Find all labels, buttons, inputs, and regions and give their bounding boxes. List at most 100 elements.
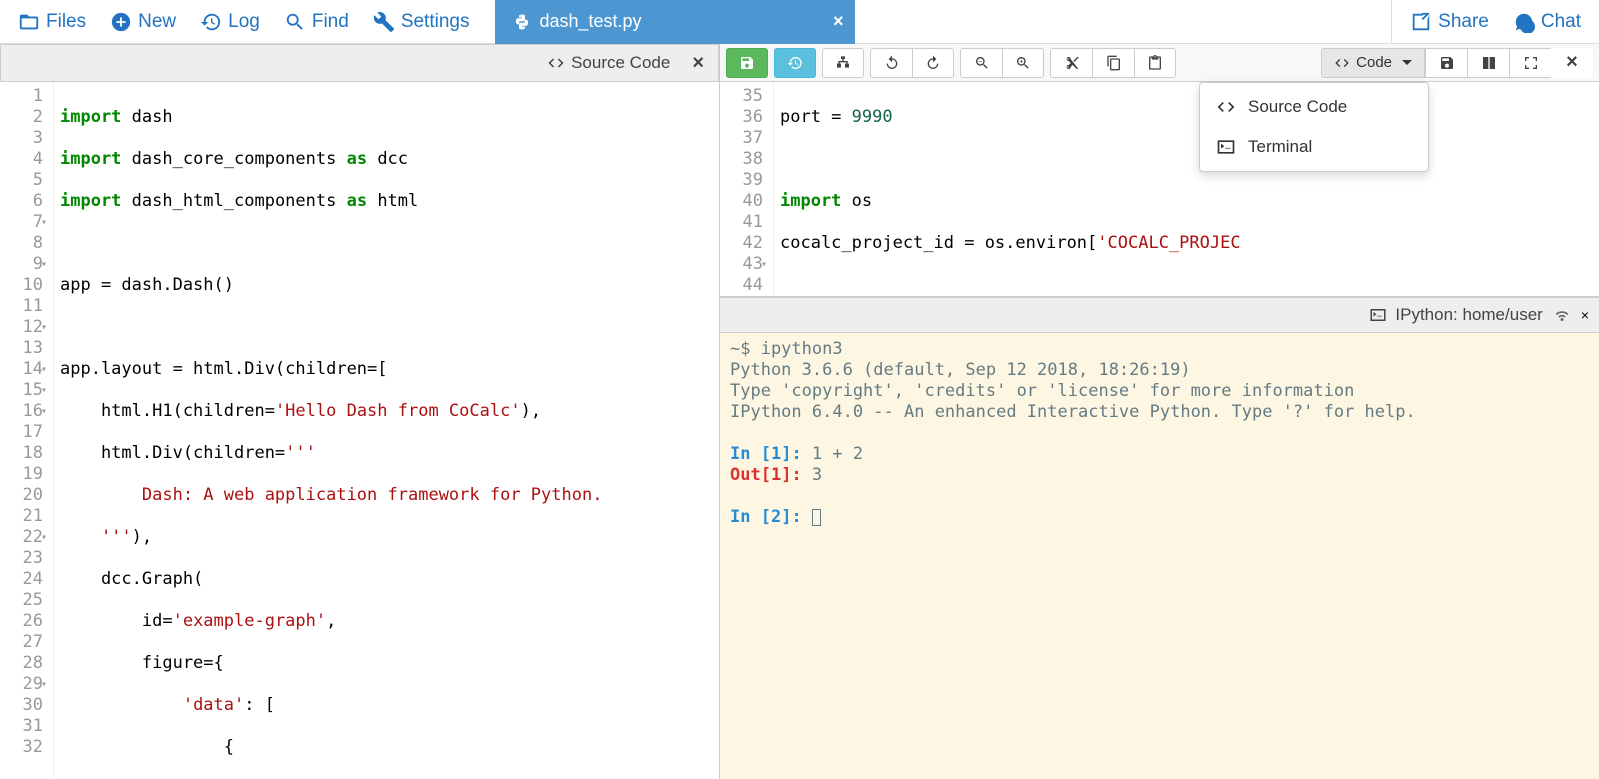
undo-redo-group	[870, 48, 954, 78]
settings-button[interactable]: Settings	[363, 5, 480, 39]
copy-icon	[1106, 55, 1122, 71]
line-number: 8	[4, 233, 43, 254]
t: ]:	[781, 507, 812, 527]
left-panel-close-icon[interactable]: ×	[686, 52, 710, 75]
terminal-close-icon[interactable]: ×	[1581, 307, 1589, 323]
terminal-line: IPython 6.4.0 -- An enhanced Interactive…	[730, 402, 1589, 423]
close-panel-button[interactable]: ×	[1551, 48, 1593, 78]
right-pane: Code × Source Code Terminal	[720, 44, 1599, 779]
save-layout-button[interactable]	[1425, 48, 1467, 78]
zoom-out-button[interactable]	[960, 48, 1002, 78]
search-icon	[284, 11, 306, 33]
history-icon	[787, 55, 803, 71]
terminal[interactable]: ~$ ipython3 Python 3.6.6 (default, Sep 1…	[720, 333, 1599, 779]
id: html	[367, 191, 418, 211]
caret-down-icon	[1402, 60, 1412, 65]
file-tab[interactable]: dash_test.py ×	[495, 0, 855, 44]
line-number: 3	[4, 128, 43, 149]
right-toolbar: Code × Source Code Terminal	[720, 44, 1599, 82]
code-line: app = dash.Dash()	[60, 275, 713, 296]
chat-button[interactable]: Chat	[1503, 5, 1591, 39]
line-number: 37	[724, 128, 763, 149]
terminal-icon	[1369, 306, 1387, 324]
split-columns-button[interactable]	[1467, 48, 1509, 78]
right-code-area[interactable]: port = 9990 import os cocalc_project_id …	[774, 82, 1599, 296]
str: Dash: A web application framework for Py…	[60, 485, 602, 505]
id: dash	[121, 107, 172, 127]
line-number: 1	[4, 86, 43, 107]
find-button[interactable]: Find	[274, 5, 359, 39]
redo-button[interactable]	[912, 48, 954, 78]
line-number: 31	[4, 716, 43, 737]
line-number: 20	[4, 485, 43, 506]
line-number: 14	[4, 359, 43, 380]
line-number: 29	[4, 674, 43, 695]
fullscreen-button[interactable]	[1509, 48, 1551, 78]
kw: import	[60, 107, 121, 127]
line-number: 27	[4, 632, 43, 653]
sitemap-button[interactable]	[822, 48, 864, 78]
folder-open-icon	[18, 11, 40, 33]
log-button[interactable]: Log	[190, 5, 270, 39]
tab-filename: dash_test.py	[539, 11, 641, 32]
line-number: 12	[4, 317, 43, 338]
id: dash_core_components	[121, 149, 346, 169]
dropdown-item-terminal[interactable]: Terminal	[1200, 127, 1428, 167]
dropdown-item-source-code[interactable]: Source Code	[1200, 87, 1428, 127]
line-number: 35	[724, 86, 763, 107]
paste-button[interactable]	[1134, 48, 1176, 78]
view-mode-group: Code ×	[1321, 48, 1593, 78]
line-number: 42	[724, 233, 763, 254]
in-label: In [	[730, 507, 771, 527]
num: 9990	[852, 107, 893, 127]
in-num: 2	[771, 507, 781, 527]
t: cocalc_project_id = os.environ[	[780, 233, 1097, 253]
out-label: Out[	[730, 465, 771, 485]
terminal-title-text: IPython: home/user	[1395, 305, 1542, 325]
left-code-area[interactable]: import dash import dash_core_components …	[54, 82, 719, 779]
terminal-header: IPython: home/user ×	[720, 297, 1599, 333]
left-gutter: 1234567891011121314151617181920212223242…	[0, 82, 54, 779]
line-number: 22	[4, 527, 43, 548]
cut-button[interactable]	[1050, 48, 1092, 78]
line-number: 43	[724, 254, 763, 275]
terminal-line: Python 3.6.6 (default, Sep 12 2018, 18:2…	[730, 360, 1589, 381]
str: 'data'	[183, 695, 244, 715]
history-button[interactable]	[774, 48, 816, 78]
new-label: New	[138, 11, 176, 33]
paste-icon	[1147, 55, 1163, 71]
in-num: 1	[771, 444, 781, 464]
menu-group-right: Share Chat	[1391, 0, 1599, 44]
new-button[interactable]: New	[100, 5, 186, 39]
undo-button[interactable]	[870, 48, 912, 78]
left-editor[interactable]: 1234567891011121314151617181920212223242…	[0, 82, 719, 779]
left-pane: Source Code × 12345678910111213141516171…	[0, 44, 720, 779]
share-button[interactable]: Share	[1400, 5, 1499, 39]
tab-close-icon[interactable]: ×	[833, 11, 844, 32]
code-dropdown-menu: Source Code Terminal	[1199, 82, 1429, 172]
line-number: 2	[4, 107, 43, 128]
find-label: Find	[312, 11, 349, 33]
t: id=	[60, 611, 173, 631]
t: html.Div(children=	[60, 443, 285, 463]
zoom-in-button[interactable]	[1002, 48, 1044, 78]
share-icon	[1410, 11, 1432, 33]
files-button[interactable]: Files	[8, 5, 96, 39]
kw: as	[347, 149, 367, 169]
code-line: figure={	[60, 653, 713, 674]
save-button[interactable]	[726, 48, 768, 78]
line-number: 25	[4, 590, 43, 611]
files-label: Files	[46, 11, 86, 33]
str: '''	[285, 443, 316, 463]
copy-button[interactable]	[1092, 48, 1134, 78]
clipboard-group	[1050, 48, 1176, 78]
id: os	[841, 191, 872, 211]
right-editor[interactable]: 3536373839404142434445 port = 9990 impor…	[720, 82, 1599, 296]
code-dropdown-button[interactable]: Code	[1321, 48, 1425, 78]
menu-group-left: Files New Log Find Settings	[0, 5, 487, 39]
terminal-icon	[1216, 137, 1236, 157]
line-number: 30	[4, 695, 43, 716]
kw: as	[347, 191, 367, 211]
undo-icon	[884, 55, 900, 71]
str: 'COCALC_PROJEC	[1097, 233, 1240, 253]
